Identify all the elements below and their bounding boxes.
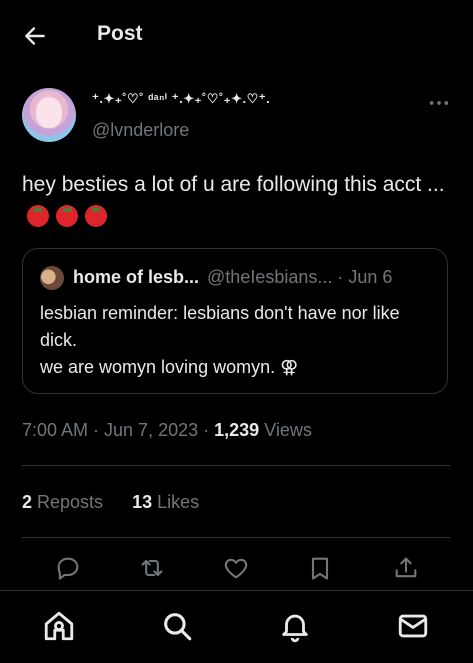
quote-handle-date: @theIesbians... · Jun 6 bbox=[207, 267, 393, 287]
tweet-body: hey besties a lot of u are following thi… bbox=[22, 173, 445, 196]
tweet-text: hey besties a lot of u are following thi… bbox=[22, 170, 452, 230]
quote-display-name[interactable]: home of lesb... bbox=[73, 267, 199, 287]
likes-label: Likes bbox=[152, 492, 200, 512]
quote-text: lesbian reminder: lesbians don't have no… bbox=[40, 300, 432, 381]
avatar[interactable] bbox=[22, 88, 76, 142]
top-bar: Post bbox=[0, 0, 473, 70]
divider bbox=[22, 465, 450, 466]
engagement-stats: 2 Reposts 13 Likes bbox=[22, 492, 199, 513]
notifications-icon[interactable] bbox=[278, 609, 312, 643]
display-name[interactable]: ⁺.✦₊˚♡˚ ᵈᵃⁿⁱ ⁺.✦₊˚♡˚₊✦.♡⁺. bbox=[92, 91, 270, 107]
repost-icon[interactable] bbox=[138, 554, 166, 582]
like-icon[interactable] bbox=[222, 554, 250, 582]
messages-icon[interactable] bbox=[396, 609, 430, 643]
share-icon[interactable] bbox=[392, 554, 420, 582]
likes-count: 13 bbox=[132, 492, 153, 512]
quote-avatar[interactable] bbox=[40, 266, 64, 290]
likes-stat[interactable]: 13 Likes bbox=[132, 492, 199, 513]
timestamp[interactable]: 7:00 AM · Jun 7, 2023 bbox=[22, 420, 198, 440]
quote-header: home of lesb... @theIesbians... · Jun 6 bbox=[73, 267, 392, 288]
quote-line: lesbian reminder: lesbians don't have no… bbox=[40, 303, 400, 350]
views-count: 1,239 bbox=[214, 420, 260, 440]
bottom-nav bbox=[0, 590, 473, 663]
tomato-emoji-icon bbox=[85, 205, 107, 227]
tomato-emoji-icon bbox=[56, 205, 78, 227]
meta-separator: · bbox=[198, 420, 215, 440]
views-label: Views bbox=[259, 420, 312, 440]
tomato-emoji-icon bbox=[27, 205, 49, 227]
tweet-author: ⁺.✦₊˚♡˚ ᵈᵃⁿⁱ ⁺.✦₊˚♡˚₊✦.♡⁺. @lvnderlore bbox=[22, 88, 452, 144]
reposts-stat[interactable]: 2 Reposts bbox=[22, 492, 103, 513]
more-options-icon[interactable] bbox=[428, 92, 450, 114]
divider bbox=[22, 537, 450, 538]
reposts-label: Reposts bbox=[32, 492, 104, 512]
reply-icon[interactable] bbox=[54, 554, 82, 582]
quote-line: we are womyn loving womyn. ⚢ bbox=[40, 357, 299, 377]
home-icon[interactable] bbox=[42, 609, 76, 643]
user-handle[interactable]: @lvnderlore bbox=[92, 120, 189, 141]
reposts-count: 2 bbox=[22, 492, 33, 512]
quoted-post[interactable]: home of lesb... @theIesbians... · Jun 6 l… bbox=[22, 248, 448, 394]
bookmark-icon[interactable] bbox=[306, 554, 334, 582]
action-bar bbox=[22, 550, 450, 586]
search-icon[interactable] bbox=[160, 609, 194, 643]
page-title: Post bbox=[97, 22, 143, 45]
tweet-meta: 7:00 AM · Jun 7, 2023 · 1,239 Views bbox=[22, 420, 312, 441]
arrow-left-icon[interactable] bbox=[22, 23, 48, 49]
